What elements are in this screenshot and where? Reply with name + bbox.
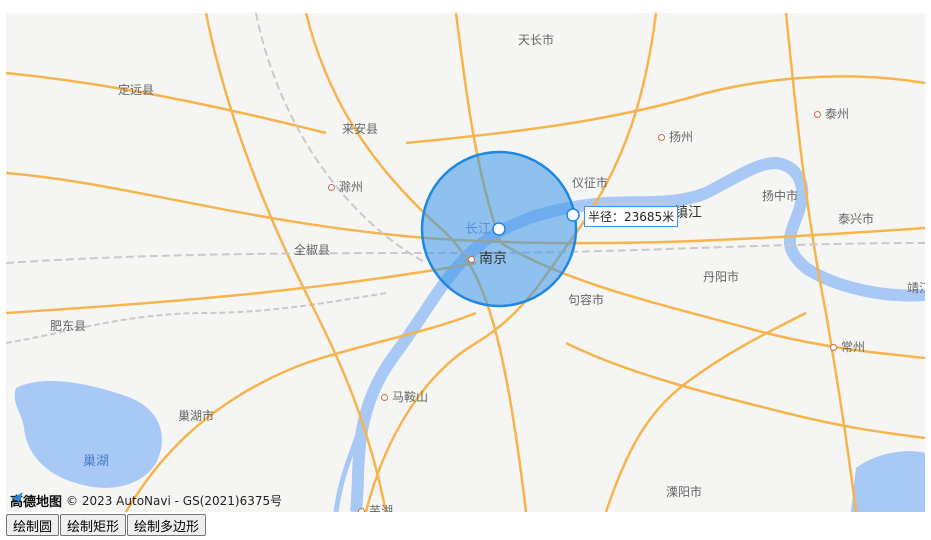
city-label: 扬中市 — [762, 189, 799, 203]
city-label: 来安县 — [342, 122, 379, 136]
city-label: 镇江 — [674, 205, 702, 221]
city-label: 泰州 — [814, 105, 849, 122]
city-label: 全椒县 — [294, 243, 331, 257]
city-label: 靖江 — [907, 281, 925, 295]
city-label: 定远县 — [118, 83, 155, 97]
city-label: 马鞍山 — [381, 388, 428, 405]
city-label: 巢湖市 — [178, 409, 215, 423]
city-label: 肥东县 — [50, 319, 87, 333]
river-label: 长江 — [465, 222, 492, 237]
circle-center-handle[interactable] — [492, 222, 506, 236]
draw-toolbar: 绘制圆 绘制矩形 绘制多边形 — [6, 514, 207, 536]
city-label: 溧阳市 — [666, 485, 703, 499]
city-label: 芜湖 — [358, 502, 393, 512]
amap-logo-icon — [11, 492, 23, 504]
draw-circle-button[interactable]: 绘制圆 — [6, 514, 60, 536]
city-label: 天长市 — [518, 33, 555, 47]
draw-rect-button[interactable]: 绘制矩形 — [60, 514, 127, 536]
city-label: 仪征市 — [572, 176, 609, 190]
map-attribution: 高德地图 © 2023 AutoNavi - GS(2021)6375号 — [10, 491, 282, 510]
city-label: 句容市 — [568, 293, 605, 307]
lake-label: 巢湖 — [83, 454, 110, 469]
circle-radius-handle[interactable] — [566, 208, 580, 222]
city-label: 丹阳市 — [703, 270, 740, 284]
city-label-nanjing: 南京 — [468, 248, 507, 268]
map-canvas[interactable]: 天长市 定远县 来安县 滁州 全椒县 仪征市 扬州 泰州 扬中市 泰兴市 镇江 … — [6, 13, 925, 512]
city-label: 泰兴市 — [838, 212, 875, 226]
city-label: 常州 — [830, 338, 865, 355]
city-label: 扬州 — [658, 128, 693, 145]
chaohu-lake — [14, 381, 162, 488]
copyright-text: © 2023 AutoNavi - GS(2021)6375号 — [66, 494, 283, 508]
radius-tooltip: 半径：23685米 — [584, 206, 679, 227]
taihu-lake — [851, 451, 925, 512]
draw-polygon-button[interactable]: 绘制多边形 — [127, 514, 207, 536]
city-label: 滁州 — [328, 178, 363, 195]
